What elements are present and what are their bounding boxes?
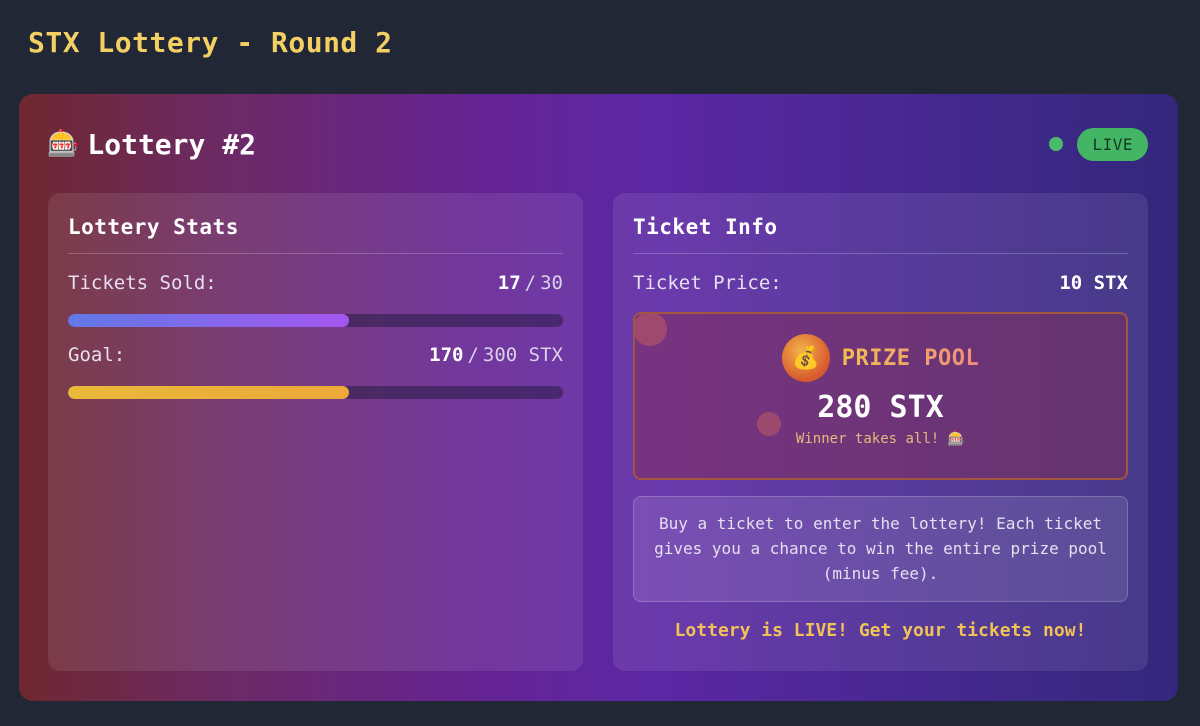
tickets-progress-bar (68, 314, 563, 327)
goal-separator: / (467, 344, 479, 366)
goal-current: 170 (429, 344, 464, 366)
decorative-bubble (635, 314, 667, 346)
lottery-stats-panel: Lottery Stats Tickets Sold: 17/30 Goal: … (48, 193, 583, 671)
decorative-bubble (757, 412, 781, 436)
lottery-title: 🎰 Lottery #2 (47, 128, 256, 161)
status-badge: LIVE (1077, 127, 1148, 161)
goal-value: 170/300 STX (429, 344, 563, 366)
live-call-to-action: Lottery is LIVE! Get your tickets now! (674, 620, 1087, 641)
prize-pool-box: 💰 PRIZE POOL 280 STX Winner takes all! 🎰 (633, 312, 1128, 480)
goal-progress-fill (68, 386, 349, 399)
ticket-price-label: Ticket Price: (633, 272, 782, 294)
prize-pool-subtext: Winner takes all! 🎰 (795, 431, 966, 447)
tickets-separator: / (524, 272, 537, 294)
lottery-stats-heading: Lottery Stats (68, 215, 563, 254)
live-dot-icon (1049, 137, 1064, 151)
lottery-description: Buy a ticket to enter the lottery! Each … (633, 496, 1128, 602)
prize-pool-label: PRIZE POOL (841, 345, 980, 371)
tickets-total: 30 (540, 272, 563, 294)
ticket-price-value: 10 STX (1059, 272, 1128, 294)
goal-progress-bar (68, 386, 563, 399)
prize-pool-header: 💰 PRIZE POOL (781, 334, 980, 382)
status-indicator: LIVE (1049, 127, 1148, 161)
prize-pool-amount: 280 STX (817, 390, 944, 425)
ticket-info-heading: Ticket Info (633, 215, 1128, 254)
goal-total: 300 STX (482, 344, 563, 366)
goal-label: Goal: (68, 344, 126, 366)
ticket-price-row: Ticket Price: 10 STX (633, 272, 1128, 294)
tickets-sold-label: Tickets Sold: (68, 272, 217, 294)
tickets-sold-count: 17 (497, 272, 521, 294)
page-title: STX Lottery - Round 2 (28, 26, 393, 59)
tickets-progress-fill (68, 314, 349, 327)
ticket-info-panel: Ticket Info Ticket Price: 10 STX 💰 PRIZE… (613, 193, 1148, 671)
tickets-sold-row: Tickets Sold: 17/30 (68, 272, 563, 294)
card-header: 🎰 Lottery #2 LIVE (47, 122, 1148, 166)
slot-machine-icon: 🎰 (47, 129, 80, 159)
goal-row: Goal: 170/300 STX (68, 344, 563, 366)
money-bag-icon: 💰 (781, 334, 830, 382)
lottery-card: 🎰 Lottery #2 LIVE Lottery Stats Tickets … (19, 94, 1178, 701)
lottery-title-text: Lottery #2 (87, 127, 256, 161)
tickets-sold-value: 17/30 (498, 272, 563, 294)
